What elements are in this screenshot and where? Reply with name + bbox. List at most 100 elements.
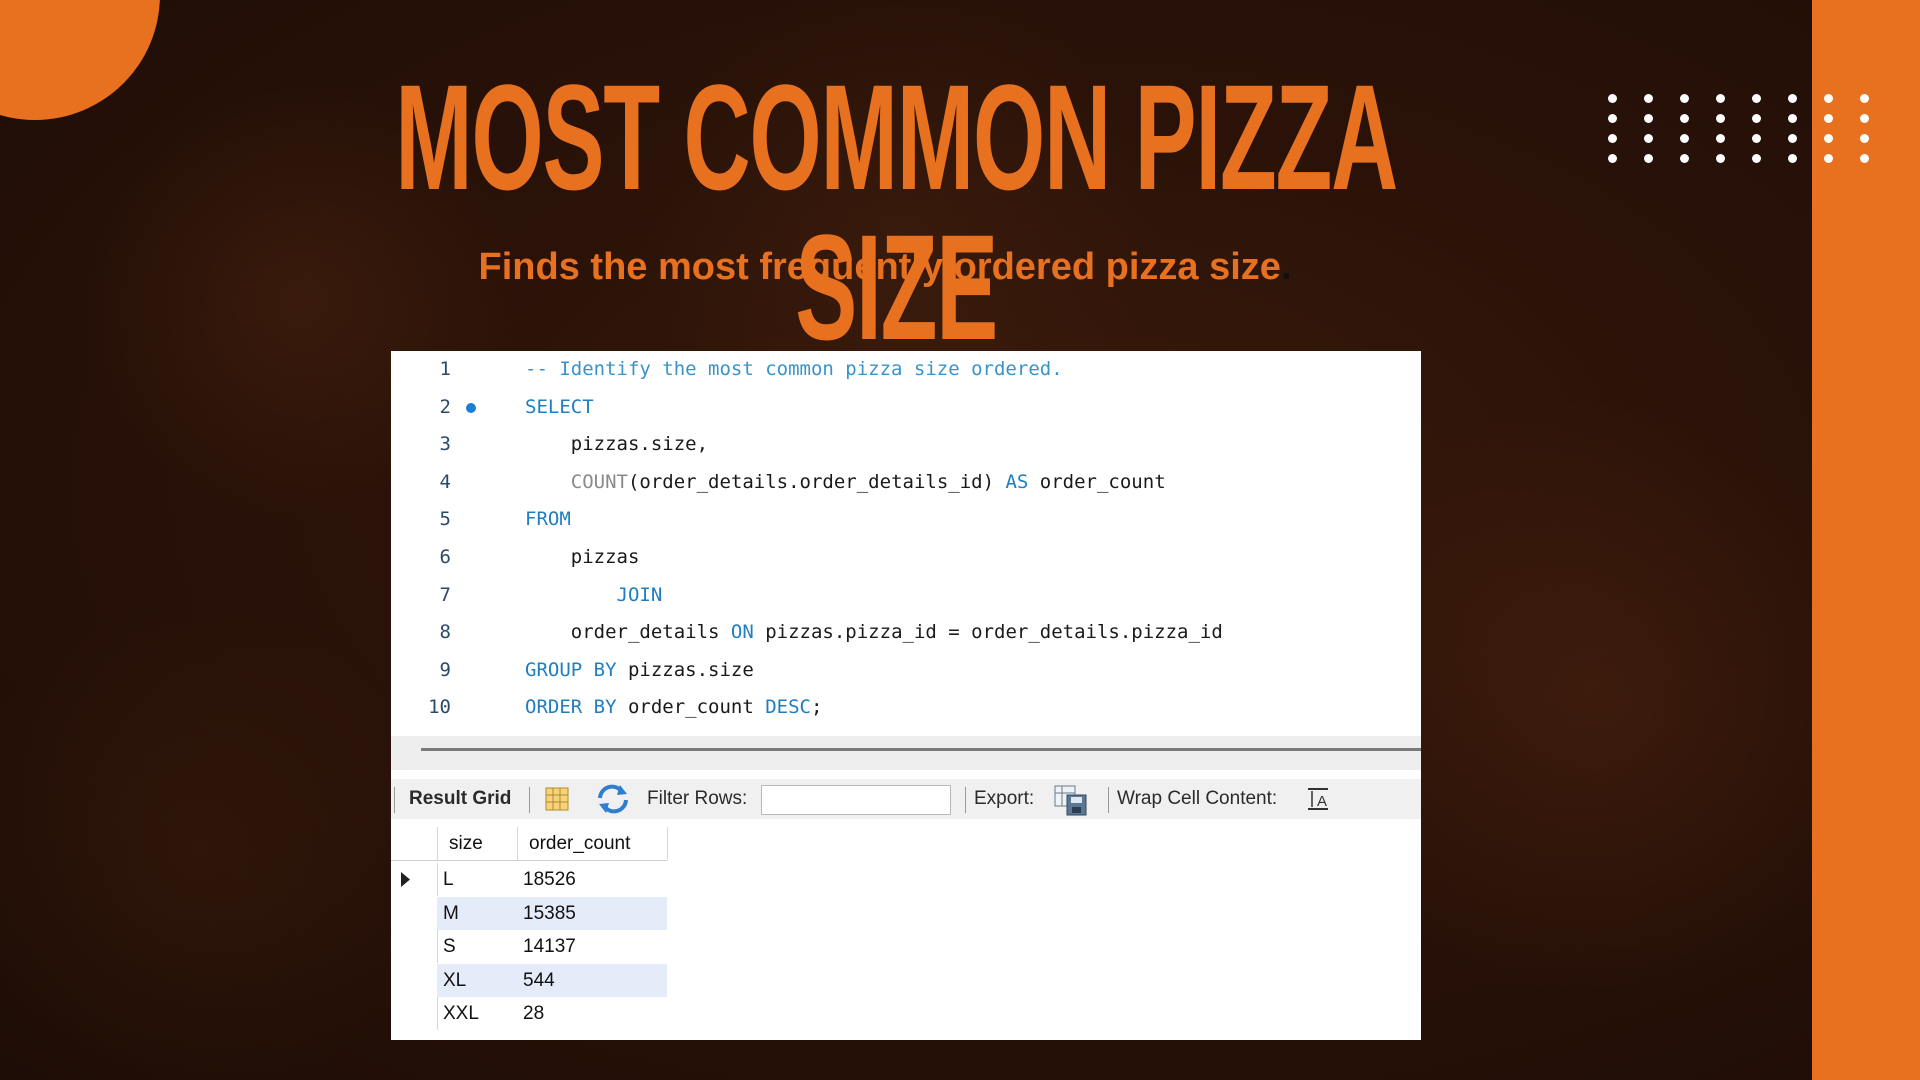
sql-token: pizzas.pizza_id = order_details.pizza_id xyxy=(753,621,1223,644)
row-header[interactable] xyxy=(391,863,438,896)
filter-rows-label: Filter Rows: xyxy=(647,788,748,809)
cell-order-count[interactable]: 544 xyxy=(523,964,555,997)
toolbar-separator xyxy=(1108,787,1109,813)
decoration-dot xyxy=(1679,153,1689,163)
line-number: 4 xyxy=(439,470,451,493)
sql-keyword: DESC xyxy=(765,696,811,719)
export-icon[interactable] xyxy=(1053,779,1089,819)
code-line[interactable]: 8 order_details ON pizzas.pizza_id = ord… xyxy=(391,617,1421,647)
sql-token: order_count xyxy=(616,696,766,719)
column-divider xyxy=(517,827,518,860)
cell-size[interactable]: S xyxy=(443,930,456,963)
decoration-dot xyxy=(1751,133,1761,143)
decoration-dot xyxy=(1715,153,1725,163)
line-number: 1 xyxy=(439,358,451,380)
refresh-icon[interactable] xyxy=(596,779,630,819)
sql-function: COUNT xyxy=(570,470,628,493)
table-row[interactable]: S 14137 xyxy=(391,930,667,964)
sql-token: pizzas xyxy=(525,546,640,568)
row-header[interactable] xyxy=(391,930,438,964)
table-row[interactable]: L 18526 xyxy=(391,863,667,896)
decoration-dot xyxy=(1607,153,1617,163)
code-text: ORDER BY order_count DESC; xyxy=(525,692,822,722)
code-line[interactable]: 1 -- Identify the most common pizza size … xyxy=(391,354,1421,384)
slide-subtitle: Finds the most frequently ordered pizza … xyxy=(0,246,1770,289)
code-line[interactable]: 3 pizzas.size, xyxy=(391,429,1421,459)
decoration-dot xyxy=(1679,93,1689,103)
decoration-dot xyxy=(1859,93,1869,103)
line-number: 2 xyxy=(439,395,451,418)
cell-order-count[interactable]: 14137 xyxy=(523,930,576,963)
sql-keyword: JOIN xyxy=(616,583,663,606)
code-line[interactable]: 5 FROM xyxy=(391,504,1421,534)
decoration-dot xyxy=(1751,93,1761,103)
result-grid[interactable]: size order_count L 18526 M 15385 S 14137 XL 544 XX… xyxy=(391,827,1421,1040)
decoration-dot xyxy=(1607,93,1617,103)
cell-size[interactable]: M xyxy=(443,897,459,930)
code-text: order_details ON pizzas.pizza_id = order… xyxy=(525,617,1223,647)
decoration-dot xyxy=(1823,133,1833,143)
grid-view-icon[interactable] xyxy=(544,779,570,819)
code-line[interactable]: 9 GROUP BY pizzas.size xyxy=(391,655,1421,685)
code-text: JOIN xyxy=(525,580,663,610)
table-row[interactable]: XL 544 xyxy=(391,963,667,997)
wrap-text-icon[interactable]: A xyxy=(1306,779,1332,819)
result-toolbar: Result Grid Filter Rows: Export: Wrap Ce… xyxy=(391,779,1421,819)
decoration-dot xyxy=(1715,133,1725,143)
decoration-dot xyxy=(1643,113,1653,123)
splitter-handle[interactable] xyxy=(421,748,1421,751)
statement-marker-icon[interactable] xyxy=(466,402,476,413)
decoration-dot xyxy=(1715,93,1725,103)
export-label: Export: xyxy=(974,788,1035,809)
code-line[interactable]: 2 SELECT xyxy=(391,392,1421,422)
cell-size[interactable]: XL xyxy=(443,964,466,997)
result-grid-tab[interactable]: Result Grid xyxy=(409,779,511,819)
code-line[interactable]: 4 COUNT(order_details.order_details_id) … xyxy=(391,467,1421,497)
cell-order-count[interactable]: 28 xyxy=(523,997,544,1030)
table-row[interactable]: XXL 28 xyxy=(391,997,667,1031)
row-header[interactable] xyxy=(391,896,438,930)
row-header[interactable] xyxy=(391,963,438,997)
sql-editor[interactable]: 1 -- Identify the most common pizza size … xyxy=(391,351,1421,731)
pane-splitter[interactable] xyxy=(391,736,1421,770)
sql-keyword: ORDER BY xyxy=(525,696,617,719)
column-header-size[interactable]: size xyxy=(449,827,483,860)
sql-keyword: ON xyxy=(730,621,754,644)
decoration-dot xyxy=(1607,133,1617,143)
sql-keyword: AS xyxy=(1005,470,1029,493)
sql-comment: -- Identify the most common pizza size o… xyxy=(525,358,1063,380)
code-text: -- Identify the most common pizza size o… xyxy=(525,354,1063,384)
line-number: 9 xyxy=(439,658,451,681)
line-number: 7 xyxy=(439,583,451,606)
code-text: GROUP BY pizzas.size xyxy=(525,655,754,685)
decoration-dot xyxy=(1643,93,1653,103)
wrap-cell-content-label: Wrap Cell Content: xyxy=(1117,788,1278,809)
column-header-order-count[interactable]: order_count xyxy=(529,827,630,860)
code-line[interactable]: 6 pizzas xyxy=(391,542,1421,572)
column-divider xyxy=(667,827,668,860)
grid-header-row: size order_count xyxy=(391,827,668,861)
cell-size[interactable]: L xyxy=(443,863,454,896)
toolbar-separator xyxy=(394,787,395,813)
cell-order-count[interactable]: 18526 xyxy=(523,863,576,896)
cell-order-count[interactable]: 15385 xyxy=(523,897,576,930)
decoration-dot xyxy=(1679,113,1689,123)
code-text: pizzas.size, xyxy=(525,429,708,459)
sql-token: order_count xyxy=(1028,470,1166,493)
decoration-dot xyxy=(1787,133,1797,143)
row-header[interactable] xyxy=(391,997,438,1031)
code-line[interactable]: 10 ORDER BY order_count DESC; xyxy=(391,692,1421,722)
cell-size[interactable]: XXL xyxy=(443,997,479,1030)
decoration-dot xyxy=(1679,133,1689,143)
code-line[interactable]: 7 JOIN xyxy=(391,580,1421,610)
table-row[interactable]: M 15385 xyxy=(391,896,667,930)
filter-rows-input[interactable] xyxy=(761,785,951,815)
svg-text:A: A xyxy=(1317,793,1327,810)
decoration-dot xyxy=(1859,133,1869,143)
sql-keyword: GROUP BY xyxy=(525,658,617,681)
sql-token: (order_details.order_details_id) xyxy=(627,470,1006,493)
decoration-dot xyxy=(1607,113,1617,123)
decoration-dot xyxy=(1751,113,1761,123)
code-text: COUNT(order_details.order_details_id) AS… xyxy=(525,467,1166,497)
